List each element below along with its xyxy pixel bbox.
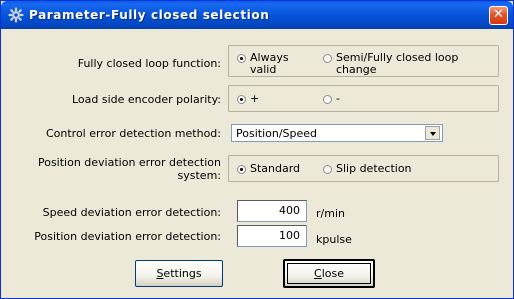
radio-slip-detection-label: Slip detection xyxy=(336,162,412,175)
radio-slip-detection-indicator xyxy=(323,165,332,174)
radio-semi-fully-closed-label-2: change xyxy=(336,63,377,76)
title-bar[interactable]: Parameter-Fully closed selection ✕ xyxy=(1,1,513,29)
dialog-window: Parameter-Fully closed selection ✕ Fully… xyxy=(0,0,514,299)
position-deviation-system-group: Standard Slip detection xyxy=(228,155,499,182)
radio-always-valid[interactable]: Always valid xyxy=(237,52,289,76)
settings-button[interactable]: Settings xyxy=(135,260,223,287)
radio-slip-detection[interactable]: Slip detection xyxy=(323,163,412,175)
encoder-polarity-label: Load side encoder polarity: xyxy=(71,93,221,106)
loop-function-label: Fully closed loop function: xyxy=(77,57,221,70)
control-error-select[interactable]: Position/Speed xyxy=(231,124,443,142)
radio-polarity-plus-label: + xyxy=(250,92,260,105)
close-window-button[interactable]: ✕ xyxy=(489,6,508,25)
radio-polarity-minus[interactable]: - xyxy=(323,93,340,105)
radio-polarity-plus[interactable]: + xyxy=(237,93,259,105)
window-title: Parameter-Fully closed selection xyxy=(29,8,270,22)
radio-polarity-plus-indicator xyxy=(237,95,246,104)
radio-always-valid-indicator xyxy=(237,54,246,63)
radio-standard-indicator xyxy=(237,165,246,174)
encoder-polarity-group: + - xyxy=(228,85,499,112)
close-button-accel: C xyxy=(314,267,322,280)
radio-standard-label: Standard xyxy=(250,162,301,175)
close-icon: ✕ xyxy=(493,7,504,22)
close-button[interactable]: Close xyxy=(283,259,375,288)
radio-polarity-minus-indicator xyxy=(323,95,332,104)
position-deviation-system-label-1: Position deviation error detection xyxy=(37,156,221,169)
control-error-value: Position/Speed xyxy=(236,127,318,140)
chevron-down-icon[interactable] xyxy=(425,126,440,140)
radio-semi-fully-closed-indicator xyxy=(323,54,332,63)
radio-always-valid-label-2: valid xyxy=(250,63,277,76)
speed-deviation-label: Speed deviation error detection: xyxy=(42,206,221,219)
position-deviation-unit: kpulse xyxy=(316,233,352,246)
close-button-label: lose xyxy=(321,267,344,280)
loop-function-group: Always valid Semi/Fully closed loop chan… xyxy=(228,45,499,77)
radio-polarity-minus-label: - xyxy=(336,92,340,105)
position-deviation-input[interactable]: 100 xyxy=(237,225,307,247)
position-deviation-label: Position deviation error detection: xyxy=(34,230,221,243)
speed-deviation-unit: r/min xyxy=(316,207,345,220)
radio-semi-fully-closed[interactable]: Semi/Fully closed loop change xyxy=(323,52,458,76)
radio-standard[interactable]: Standard xyxy=(237,163,300,175)
gear-icon xyxy=(8,7,24,23)
settings-button-label: ettings xyxy=(163,267,202,280)
position-deviation-system-label-2: system: xyxy=(177,169,221,182)
control-error-label: Control error detection method: xyxy=(45,127,221,140)
position-deviation-system-label: Position deviation error detection syste… xyxy=(15,156,221,182)
speed-deviation-input[interactable]: 400 xyxy=(237,200,307,222)
